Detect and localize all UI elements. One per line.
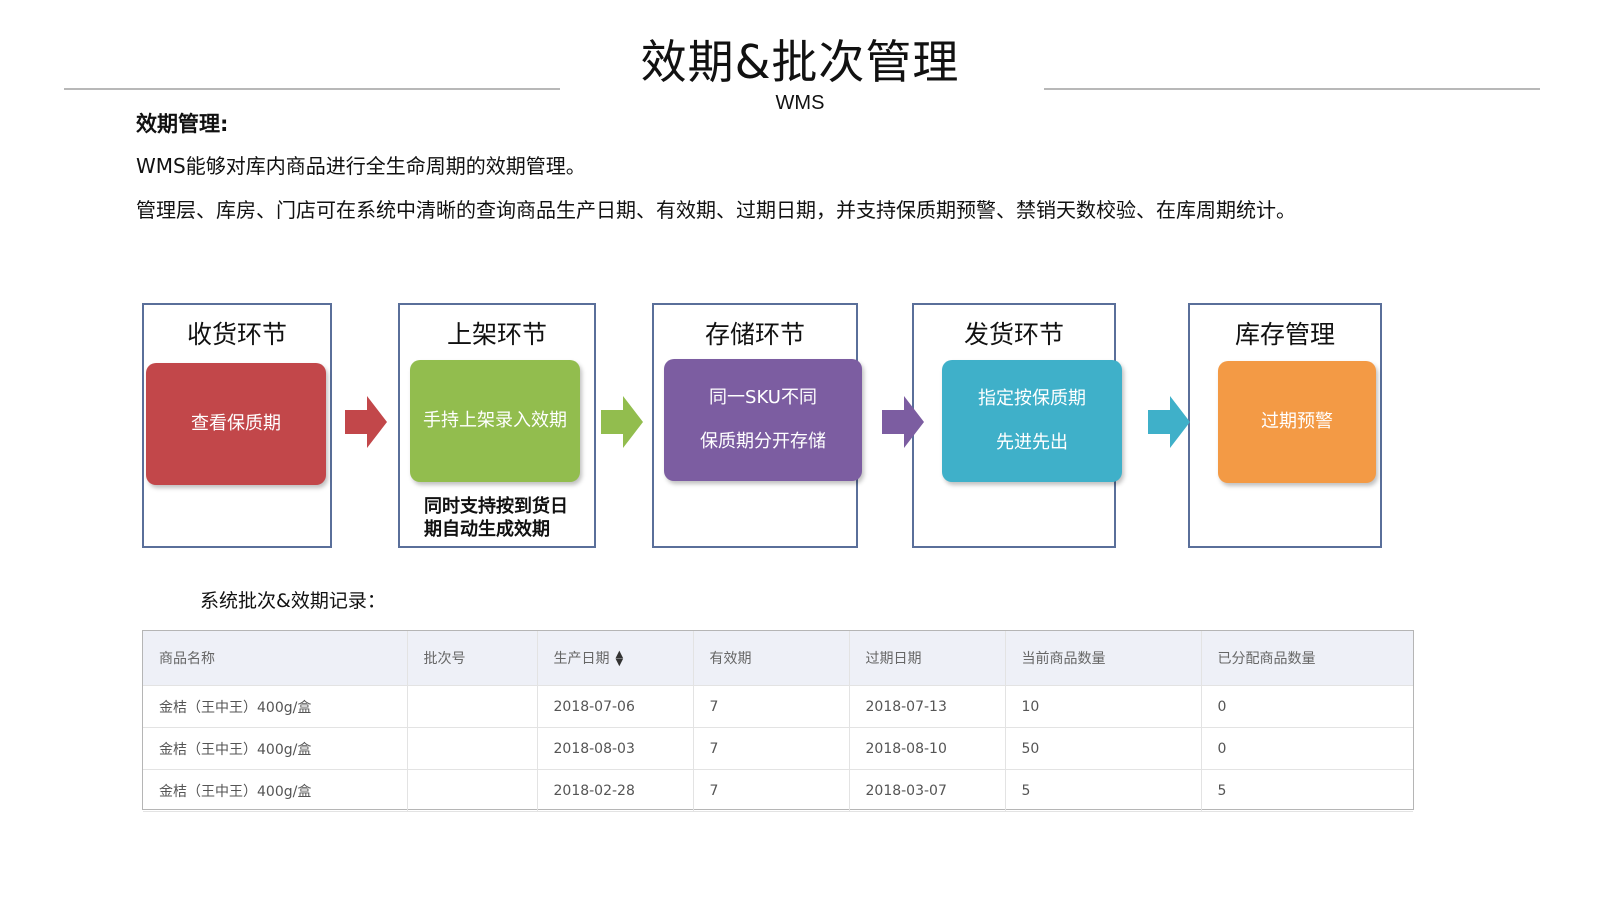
stage-note-line: 同时支持按到货日 — [424, 496, 568, 517]
column-header-expiry-date: 过期日期 — [849, 631, 1006, 686]
column-header-batch: 批次号 — [407, 631, 538, 686]
flow-stage-shipping: 发货环节 指定按保质期 先进先出 — [912, 303, 1122, 548]
cell: 2018-08-10 — [849, 727, 1006, 770]
flow-stage-receiving: 收货环节 查看保质期 — [142, 303, 332, 548]
column-header-product: 商品名称 — [143, 631, 408, 686]
stage-box: 指定按保质期 先进先出 — [942, 360, 1122, 482]
stage-box-text: 指定按保质期 — [978, 388, 1086, 409]
stage-box: 过期预警 — [1218, 361, 1376, 483]
column-header-shelf-life: 有效期 — [693, 631, 850, 686]
stage-box: 查看保质期 — [146, 363, 326, 485]
flow-stage-inventory: 库存管理 过期预警 — [1188, 303, 1382, 548]
stage-box: 手持上架录入效期 — [410, 360, 580, 482]
intro-line-1: WMS能够对库内商品进行全生命周期的效期管理。 — [136, 154, 586, 178]
cell: 2018-02-28 — [537, 769, 694, 812]
sort-icon[interactable]: ▲ ▼ — [616, 650, 624, 668]
column-header-production-date[interactable]: 生产日期 ▲ ▼ — [537, 631, 694, 686]
table-row[interactable]: 金桔（王中王）400g/盒 2018-08-03 7 2018-08-10 50… — [143, 727, 1413, 770]
stage-box-text: 保质期分开存储 — [700, 431, 826, 452]
column-header-allocated-qty: 已分配商品数量 — [1201, 631, 1413, 686]
flow-arrow-icon — [601, 396, 643, 448]
cell — [407, 727, 538, 770]
stage-note: 同时支持按到货日 期自动生成效期 — [424, 495, 568, 541]
records-label: 系统批次&效期记录： — [200, 590, 386, 612]
cell: 2018-07-13 — [849, 685, 1006, 728]
flow-arrow-icon — [345, 396, 387, 448]
cell: 2018-07-06 — [537, 685, 694, 728]
cell: 金桔（王中王）400g/盒 — [143, 727, 408, 770]
stage-box-text: 同一SKU不同 — [709, 387, 817, 408]
stage-box-text: 查看保质期 — [191, 413, 281, 434]
cell: 0 — [1201, 685, 1413, 728]
column-header-current-qty: 当前商品数量 — [1005, 631, 1202, 686]
page-subtitle: WMS — [775, 92, 825, 114]
cell: 7 — [693, 769, 850, 812]
flow-stage-putaway: 上架环节 手持上架录入效期 同时支持按到货日 期自动生成效期 — [398, 303, 596, 548]
cell: 50 — [1005, 727, 1202, 770]
cell: 金桔（王中王）400g/盒 — [143, 769, 408, 812]
intro-line-2: 管理层、库房、门店可在系统中清晰的查询商品生产日期、有效期、过期日期，并支持保质… — [136, 198, 1296, 222]
batch-records-table: 商品名称 批次号 生产日期 ▲ ▼ 有效期 过期日期 当前商品数量 已分配商品数量 … — [142, 630, 1414, 812]
column-header-label: 生产日期 — [553, 651, 610, 667]
stage-title: 库存管理 — [1234, 320, 1335, 349]
stage-title: 上架环节 — [446, 320, 547, 349]
stage-box-text: 手持上架录入效期 — [423, 410, 567, 431]
flow-stage-storage: 存储环节 同一SKU不同 保质期分开存储 — [652, 303, 862, 548]
section-heading: 效期管理: — [136, 112, 229, 136]
cell: 0 — [1201, 727, 1413, 770]
table-header-row: 商品名称 批次号 生产日期 ▲ ▼ 有效期 过期日期 当前商品数量 已分配商品数量 — [143, 631, 1413, 686]
stage-box: 同一SKU不同 保质期分开存储 — [664, 359, 862, 481]
stage-box-text: 过期预警 — [1261, 411, 1333, 432]
cell: 10 — [1005, 685, 1202, 728]
stage-note-line: 期自动生成效期 — [424, 519, 550, 540]
cell: 5 — [1201, 769, 1413, 812]
cell — [407, 769, 538, 812]
cell: 金桔（王中王）400g/盒 — [143, 685, 408, 728]
cell — [407, 685, 538, 728]
cell: 7 — [693, 727, 850, 770]
table-row[interactable]: 金桔（王中王）400g/盒 2018-07-06 7 2018-07-13 10… — [143, 685, 1413, 728]
stage-title: 存储环节 — [704, 320, 805, 349]
flow-arrow-icon — [1148, 396, 1190, 448]
page-title: 效期&批次管理 — [640, 35, 960, 89]
stage-title: 收货环节 — [186, 320, 287, 349]
cell: 2018-08-03 — [537, 727, 694, 770]
table-row[interactable]: 金桔（王中王）400g/盒 2018-02-28 7 2018-03-07 5 … — [143, 769, 1413, 812]
stage-box-text: 先进先出 — [996, 432, 1068, 453]
cell: 5 — [1005, 769, 1202, 812]
cell: 7 — [693, 685, 850, 728]
cell: 2018-03-07 — [849, 769, 1006, 812]
stage-title: 发货环节 — [963, 320, 1064, 349]
flow-arrow-icon — [882, 396, 924, 448]
